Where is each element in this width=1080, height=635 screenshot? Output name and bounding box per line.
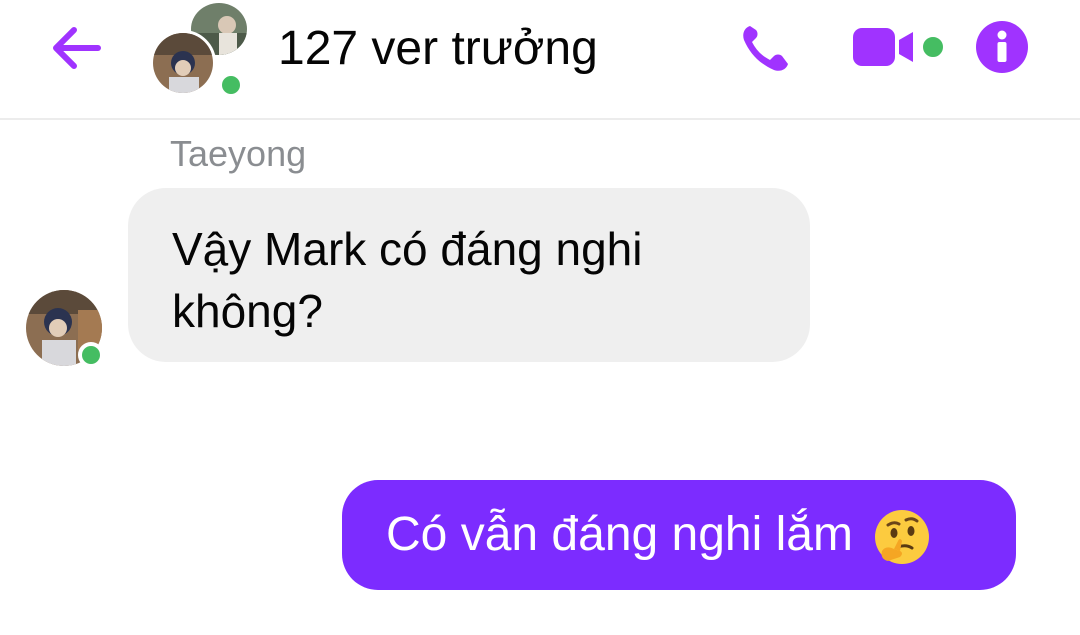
info-icon[interactable] — [975, 20, 1029, 74]
online-status-dot — [78, 342, 104, 368]
video-active-dot — [920, 34, 946, 60]
thinking-face-emoji-icon — [875, 510, 930, 565]
outgoing-message-bubble[interactable]: Có vẫn đáng nghi lắm — [342, 480, 1016, 590]
sender-name: Taeyong — [170, 133, 307, 174]
chat-title[interactable]: 127 ver trưởng — [278, 20, 598, 78]
phone-icon[interactable] — [738, 22, 794, 74]
chat-header: 127 ver trưởng — [0, 0, 1080, 120]
online-status-dot — [218, 72, 244, 98]
group-avatar[interactable] — [150, 0, 250, 100]
video-camera-icon[interactable] — [853, 26, 917, 68]
message-text: Vậy Mark có đáng nghi không? — [172, 223, 643, 337]
message-text: Có vẫn đáng nghi lắm — [386, 508, 853, 561]
back-arrow-icon[interactable] — [48, 20, 104, 76]
avatar — [150, 30, 216, 96]
incoming-message-bubble[interactable]: Vậy Mark có đáng nghi không? — [128, 188, 810, 362]
